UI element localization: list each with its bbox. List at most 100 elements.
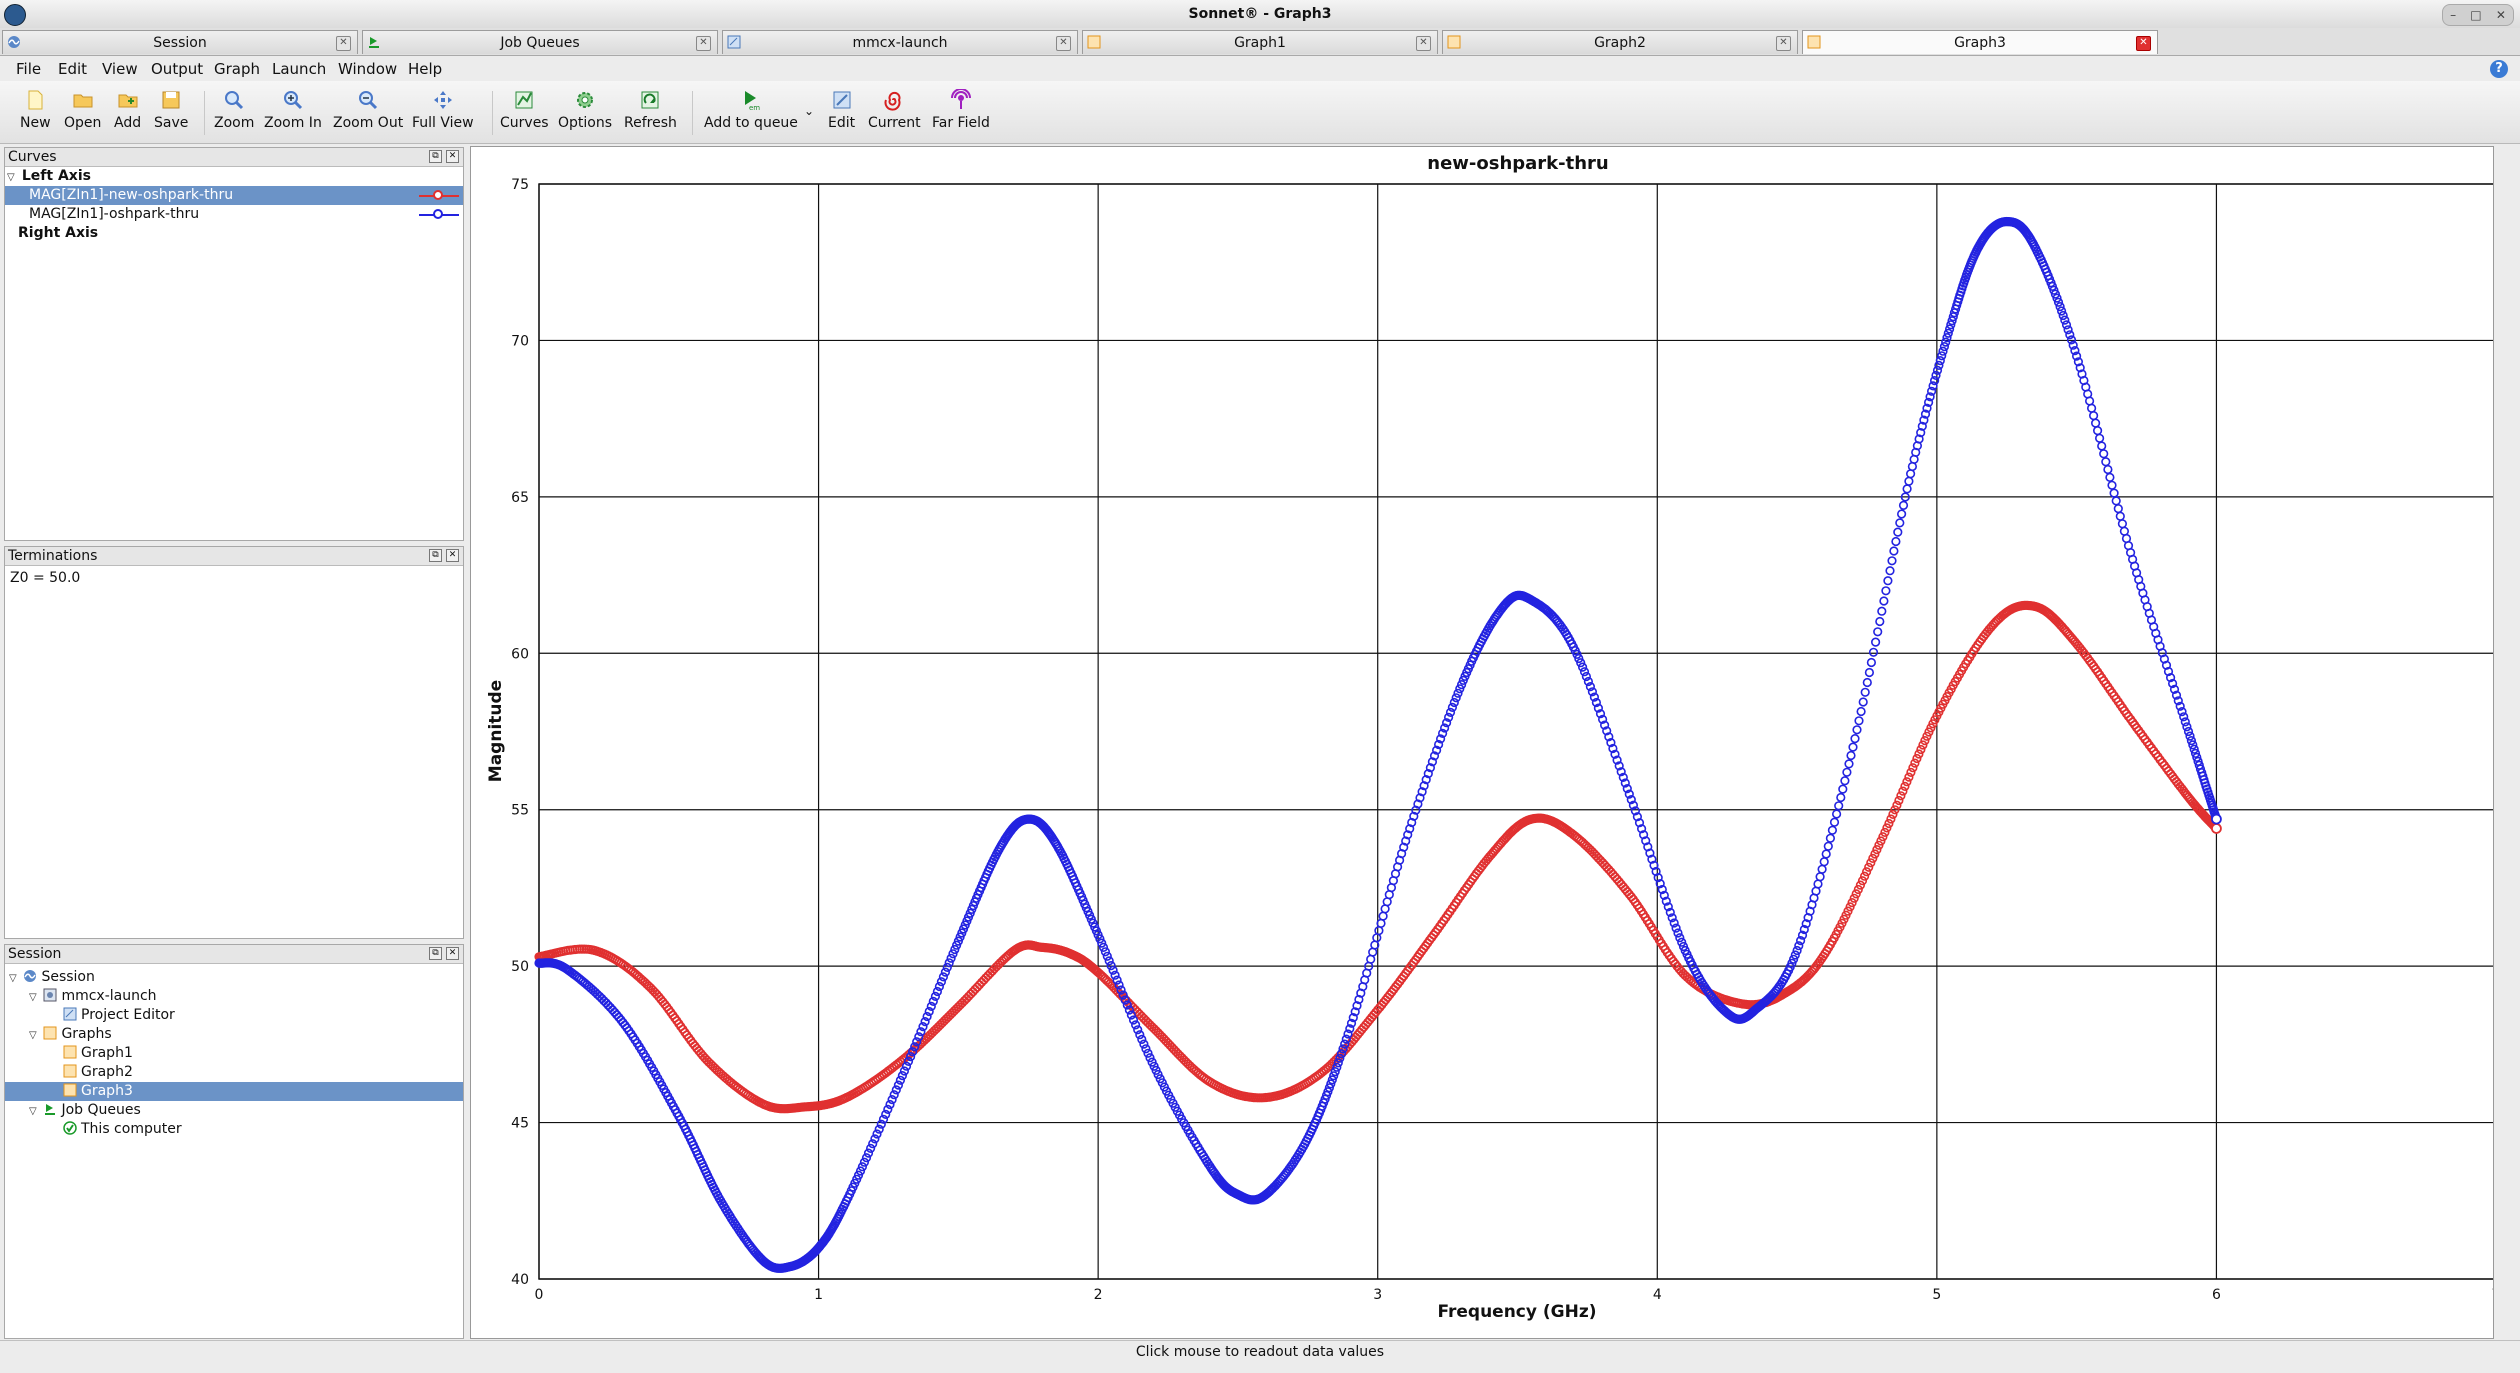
svg-text:em: em — [749, 104, 760, 111]
close-panel-icon[interactable]: ✕ — [446, 150, 459, 163]
add-to-queue-dropdown[interactable]: ⌄ — [804, 103, 814, 119]
tree-item-graph1[interactable]: Graph1 — [63, 1044, 133, 1063]
float-panel-icon[interactable]: ⧉ — [429, 947, 442, 960]
y-tick-label: 50 — [511, 959, 529, 975]
tab-graph3[interactable]: Graph3 ✕ — [1802, 30, 2158, 54]
close-tab-icon[interactable]: ✕ — [2136, 36, 2151, 51]
tree-item-graph3[interactable]: Graph3 — [5, 1082, 463, 1101]
y-axis-label: Magnitude — [486, 680, 506, 782]
curve-item-oshpark-thru[interactable]: MAG[ZIn1]-oshpark-thru — [5, 205, 463, 224]
panel-title: Curves — [8, 149, 57, 165]
tab-graph1[interactable]: Graph1 ✕ — [1082, 30, 1438, 54]
job-queue-icon — [369, 37, 379, 48]
x-tick-label: 1 — [814, 1287, 823, 1303]
plot-area[interactable] — [538, 183, 2493, 1280]
session-tree: ▽ Session ▽ mmcx-launch Project Editor ▽… — [5, 964, 463, 1338]
menu-graph[interactable]: Graph — [214, 60, 260, 78]
expand-triangle-icon[interactable]: ▽ — [7, 168, 17, 187]
toolbar-separator — [204, 91, 205, 135]
current-button[interactable]: Current — [868, 89, 921, 131]
refresh-button[interactable]: Refresh — [624, 89, 677, 131]
expand-triangle-icon[interactable]: ▽ — [29, 1102, 39, 1121]
close-tab-icon[interactable]: ✕ — [1056, 36, 1071, 51]
open-folder-icon — [73, 94, 93, 108]
zoom-button[interactable]: Zoom — [214, 89, 254, 131]
y-tick-label: 75 — [511, 177, 529, 193]
tab-label: Job Queues — [500, 35, 580, 51]
curve-item-new-oshpark-thru[interactable]: MAG[ZIn1]-new-oshpark-thru — [5, 186, 463, 205]
graph-view[interactable]: new-oshpark-thru 01234567 40455055606570… — [470, 146, 2494, 1339]
tree-item-graph2[interactable]: Graph2 — [63, 1063, 133, 1082]
tab-session[interactable]: Session ✕ — [2, 30, 358, 54]
tab-job-queues[interactable]: Job Queues ✕ — [362, 30, 718, 54]
menu-output[interactable]: Output — [151, 60, 203, 78]
x-tick-label: 4 — [1653, 1287, 1662, 1303]
magnitude-chart[interactable]: new-oshpark-thru 01234567 40455055606570… — [471, 147, 2493, 1338]
edit-button[interactable]: Edit — [828, 89, 855, 131]
status-text: Click mouse to readout data values — [1135, 1344, 1385, 1360]
left-axis-node[interactable]: ▽ Left Axis — [5, 167, 463, 186]
tree-item-job-queues[interactable]: ▽ Job Queues — [29, 1101, 141, 1120]
tree-item-project-editor[interactable]: Project Editor — [63, 1006, 175, 1025]
save-button[interactable]: Save — [154, 89, 188, 131]
add-to-queue-button[interactable]: em Add to queue — [704, 89, 798, 131]
zoom-in-button[interactable]: Zoom In — [264, 89, 322, 131]
close-panel-icon[interactable]: ✕ — [446, 947, 459, 960]
panel-title: Terminations — [8, 548, 98, 564]
y-tick-label: 45 — [511, 1116, 529, 1132]
tree-item-this-computer[interactable]: This computer — [63, 1120, 182, 1139]
new-button[interactable]: New — [20, 89, 51, 131]
float-panel-icon[interactable]: ⧉ — [429, 549, 442, 562]
x-tick-labels: 0 1 2 3 4 5 6 7 — [535, 1287, 2493, 1303]
status-bar: Click mouse to readout data values — [0, 1340, 2520, 1364]
terminations-body: Z0 = 50.0 — [5, 566, 463, 938]
tree-item-graphs[interactable]: ▽ Graphs — [29, 1025, 112, 1044]
expand-triangle-icon[interactable]: ▽ — [29, 988, 39, 1007]
em-play-icon: em — [744, 91, 760, 111]
help-icon[interactable]: ? — [2490, 60, 2508, 78]
menu-file[interactable]: File — [16, 60, 41, 78]
menu-edit[interactable]: Edit — [58, 60, 87, 78]
gear-icon — [577, 92, 594, 108]
close-tab-icon[interactable]: ✕ — [1416, 36, 1431, 51]
close-tab-icon[interactable]: ✕ — [1776, 36, 1791, 51]
tree-item-mmcx-launch[interactable]: ▽ mmcx-launch — [29, 987, 157, 1006]
session-icon — [8, 36, 20, 48]
zoom-out-icon — [359, 91, 378, 110]
menu-launch[interactable]: Launch — [272, 60, 326, 78]
close-tab-icon[interactable]: ✕ — [336, 36, 351, 51]
add-button[interactable]: Add — [114, 89, 141, 131]
menu-view[interactable]: View — [102, 60, 138, 78]
tab-graph2[interactable]: Graph2 ✕ — [1442, 30, 1798, 54]
open-button[interactable]: Open — [64, 89, 101, 131]
expand-triangle-icon[interactable]: ▽ — [29, 1026, 39, 1045]
far-field-button[interactable]: Far Field — [932, 89, 990, 131]
chart-title: new-oshpark-thru — [1427, 153, 1608, 174]
panel-title: Session — [8, 946, 62, 962]
maximize-icon[interactable]: □ — [2470, 8, 2481, 22]
full-view-button[interactable]: Full View — [412, 89, 474, 131]
graph-icon — [63, 1064, 77, 1078]
tree-item-session[interactable]: ▽ Session — [9, 968, 95, 987]
y-tick-label: 40 — [511, 1272, 529, 1288]
right-axis-node[interactable]: Right Axis — [5, 224, 463, 243]
menu-help[interactable]: Help — [408, 60, 442, 78]
y-tick-label: 55 — [511, 803, 529, 819]
minimize-icon[interactable]: – — [2450, 8, 2456, 22]
menu-window[interactable]: Window — [338, 60, 397, 78]
expand-triangle-icon[interactable]: ▽ — [9, 969, 19, 988]
y-tick-label: 65 — [511, 490, 529, 506]
options-button[interactable]: Options — [558, 89, 612, 131]
close-tab-icon[interactable]: ✕ — [696, 36, 711, 51]
zoom-out-button[interactable]: Zoom Out — [333, 89, 403, 131]
tab-mmcx-launch[interactable]: mmcx-launch ✕ — [722, 30, 1078, 54]
toolbar-separator — [492, 91, 493, 135]
close-window-icon[interactable]: ✕ — [2496, 8, 2506, 22]
curve-legend-swatch — [419, 190, 459, 200]
curves-button[interactable]: Curves — [500, 89, 549, 131]
chevron-down-icon: ⌄ — [804, 104, 815, 118]
far-field-icon — [950, 89, 971, 109]
curve-legend-swatch — [419, 209, 459, 219]
close-panel-icon[interactable]: ✕ — [446, 549, 459, 562]
float-panel-icon[interactable]: ⧉ — [429, 150, 442, 163]
